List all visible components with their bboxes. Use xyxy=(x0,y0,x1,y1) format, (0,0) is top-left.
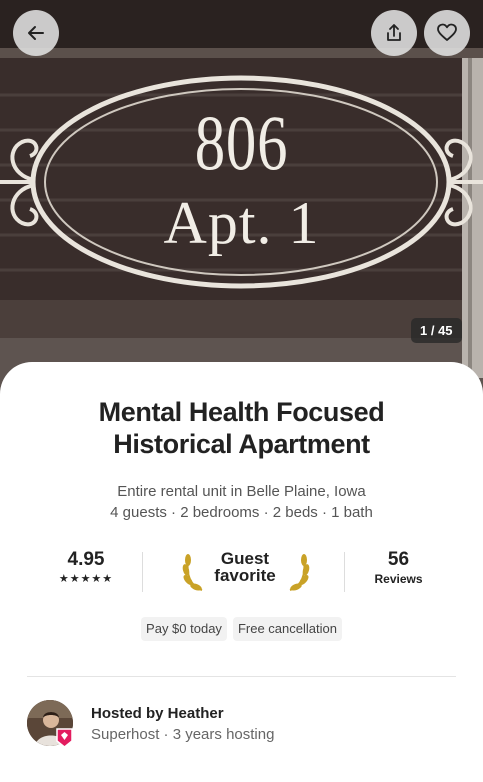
share-icon xyxy=(387,24,401,41)
laurel-left-icon xyxy=(182,554,203,591)
sign-apt-text: Apt. 1 xyxy=(163,190,320,256)
rating-value: 4.95 xyxy=(67,549,105,570)
reviews-stat-link[interactable]: 56 Reviews xyxy=(344,548,453,586)
star-rating-icons: ★★★★★ xyxy=(58,573,114,585)
heart-icon xyxy=(437,23,457,41)
stat-divider xyxy=(142,552,143,592)
superhost-badge-icon xyxy=(56,728,73,748)
booking-perks: Pay $0 today Free cancellation xyxy=(0,617,483,641)
guest-favorite-label-1: Guest xyxy=(220,549,270,568)
listing-capacity-details: 4 guests · 2 bedrooms · 2 beds · 1 bath xyxy=(110,504,373,521)
photo-counter-badge: 1 / 45 xyxy=(411,318,462,343)
listing-location: Entire rental unit in Belle Plaine, Iowa xyxy=(117,483,366,500)
host-experience: Superhost · 3 years hosting xyxy=(91,726,275,743)
guest-favorite-badge: Guest favorite xyxy=(180,548,310,598)
save-wishlist-button[interactable] xyxy=(424,10,470,56)
guest-favorite-label-2: favorite xyxy=(214,566,276,585)
listing-title: Mental Health Focused Historical Apartme… xyxy=(98,397,385,459)
reviews-count: 56 xyxy=(387,549,410,570)
rating-stat: 4.95 ★★★★★ xyxy=(30,548,142,586)
free-cancellation-chip: Free cancellation xyxy=(232,617,342,641)
reviews-label: Reviews xyxy=(374,572,423,586)
section-divider xyxy=(27,676,456,677)
listing-photo[interactable]: 806 Apt. 1 1 / 45 xyxy=(0,0,483,395)
share-button[interactable] xyxy=(371,10,417,56)
listing-stats-row[interactable]: 4.95 ★★★★★ Guest favorite 56 Reviews xyxy=(30,548,453,598)
back-button[interactable] xyxy=(13,10,59,56)
sign-number-text: 806 xyxy=(194,99,289,186)
pay-today-chip: Pay $0 today xyxy=(141,617,227,641)
listing-details-sheet: Mental Health Focused Historical Apartme… xyxy=(0,362,483,782)
host-name[interactable]: Hosted by Heather xyxy=(91,705,224,722)
arrow-left-icon xyxy=(28,26,44,40)
laurel-right-icon xyxy=(289,554,310,591)
